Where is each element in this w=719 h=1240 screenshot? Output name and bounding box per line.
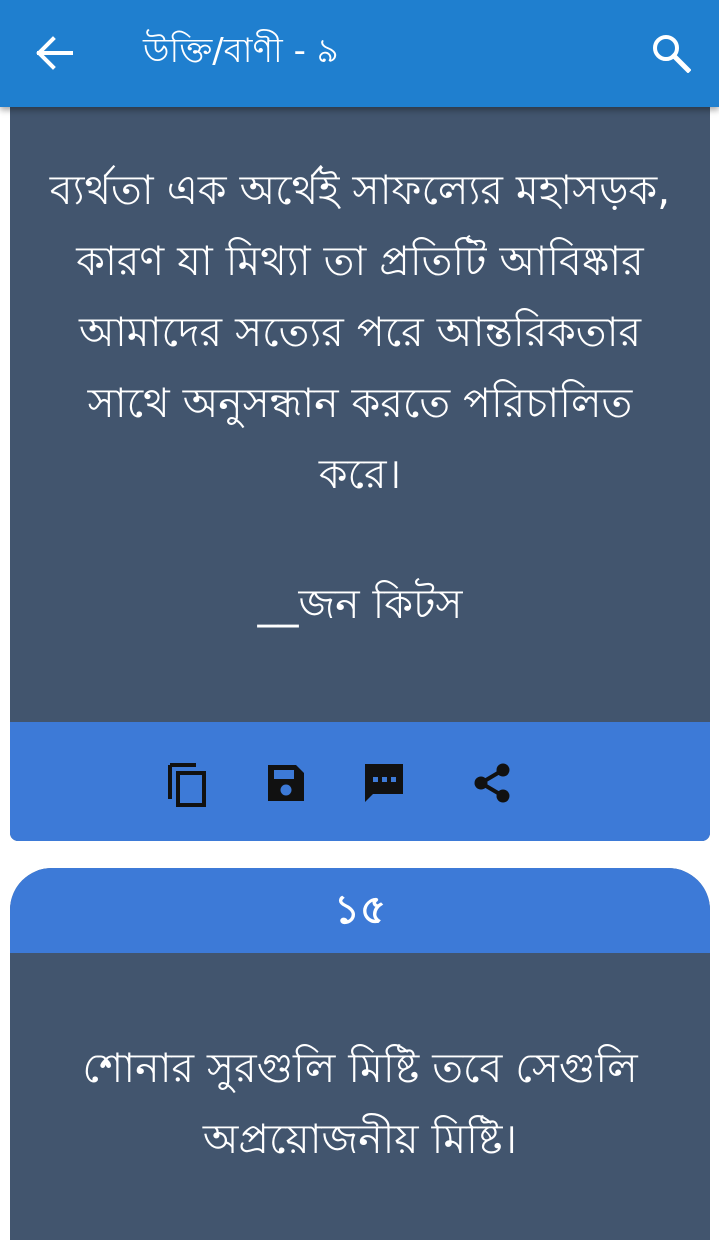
quote-card: ১৫ শোনার সুরগুলি মিষ্টি তবে সেগুলি অপ্রয… [10, 868, 710, 1240]
page-title: উক্তি/বাণী - ৯ [143, 31, 339, 71]
share-button[interactable] [467, 758, 517, 808]
quote-line: অপ্রয়োজনীয় মিষ্টি। [202, 1115, 518, 1163]
quote-line: কারণ যা মিথ্যা তা প্রতিটি আবিষ্কার [76, 237, 644, 285]
copy-icon [168, 763, 206, 807]
search-button[interactable] [645, 28, 697, 78]
copy-button[interactable] [162, 758, 212, 808]
save-button[interactable] [261, 758, 311, 808]
quote-line: শোনার সুরগুলি মিষ্টি তবে সেগুলি [82, 1044, 638, 1092]
app-bar: উক্তি/বাণী - ৯ [0, 0, 719, 107]
quote-number: ১৫ [10, 868, 710, 953]
sms-button[interactable] [359, 758, 409, 808]
search-icon [653, 35, 691, 73]
card-action-bar [10, 722, 710, 841]
arrow-back-icon [36, 36, 73, 70]
quote-text: শোনার সুরগুলি মিষ্টি তবে সেগুলি অপ্রয়োজ… [10, 1033, 710, 1175]
back-button[interactable] [30, 30, 80, 76]
quote-text: ব্যর্থতা এক অর্থেই সাফল্যের মহাসড়ক, কার… [10, 155, 710, 510]
share-icon [474, 763, 510, 803]
quote-card: ব্যর্থতা এক অর্থেই সাফল্যের মহাসড়ক, কার… [10, 107, 710, 841]
quote-line: ব্যর্থতা এক অর্থেই সাফল্যের মহাসড়ক, [49, 166, 671, 214]
quote-author: __জন কিটস [257, 580, 463, 628]
quote-line: সাথে অনুসন্ধান করতে পরিচালিত [87, 379, 633, 427]
message-icon [365, 764, 403, 802]
quote-line: আমাদের সত্যের পরে আন্তরিকতার [78, 308, 642, 356]
quote-line: করে। [318, 450, 402, 498]
save-icon [268, 765, 304, 801]
